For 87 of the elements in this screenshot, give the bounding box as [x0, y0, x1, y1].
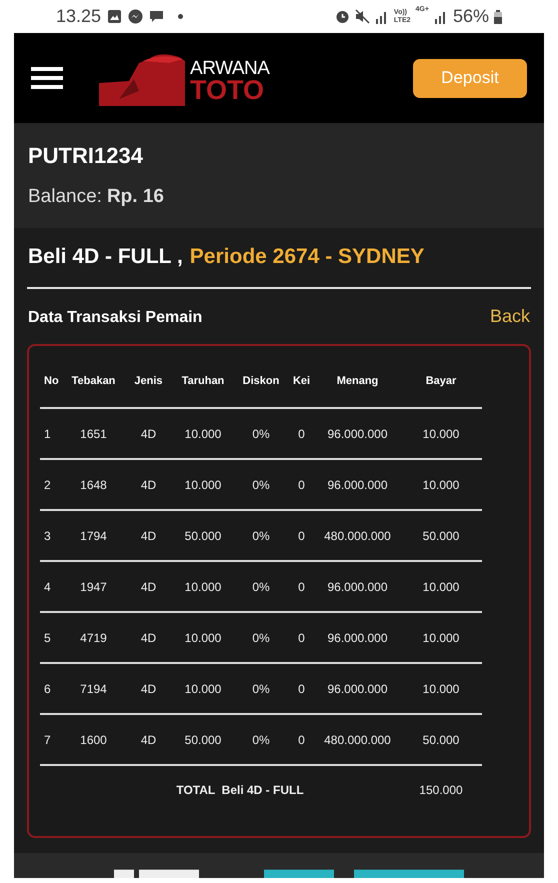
table-cell: 10.000	[422, 478, 460, 492]
table-cell: 7194	[80, 682, 107, 696]
table-cell: 4D	[140, 478, 156, 492]
table-cell: 1600	[80, 732, 107, 746]
table-cell: 1	[44, 426, 51, 440]
logo-text: ARWANA	[190, 58, 270, 78]
table-cell: 5	[44, 630, 51, 644]
table-cell: 0	[298, 732, 305, 746]
table-cell: 0%	[252, 478, 270, 492]
table-cell: 96.000.000	[327, 580, 388, 594]
table-cell: 4D	[140, 426, 156, 440]
table-cell: 10.000	[184, 630, 222, 644]
table-cell: 0	[298, 580, 305, 594]
table-cell: 1648	[80, 478, 107, 492]
column-header: Menang	[336, 375, 378, 387]
back-link[interactable]: Back	[490, 303, 530, 330]
table-cell: 480.000.000	[324, 528, 391, 542]
table-cell: 96.000.000	[327, 682, 388, 696]
table-cell: 7	[44, 732, 51, 746]
column-header: No	[44, 375, 59, 387]
table-cell: 2	[44, 478, 51, 492]
table-cell: 4D	[140, 630, 156, 644]
section-title: Data Transaksi Pemain	[28, 308, 202, 328]
table-cell: 10.000	[184, 580, 222, 594]
table-cell: 50.000	[184, 528, 222, 542]
table-cell: 10.000	[184, 426, 222, 440]
chat-icon	[149, 9, 164, 24]
table-cell: 0%	[252, 732, 270, 746]
table-cell: 0%	[252, 580, 270, 594]
column-header: Jenis	[134, 375, 163, 387]
table-cell: 3	[44, 528, 51, 542]
table-cell: 0	[298, 426, 305, 440]
table-cell: 4D	[140, 682, 156, 696]
column-header: Tebakan	[72, 375, 116, 387]
image-icon	[107, 9, 122, 24]
table-cell: 0%	[252, 528, 270, 542]
table-cell: 50.000	[422, 732, 460, 746]
alarm-icon	[334, 9, 350, 24]
table-cell: 96.000.000	[327, 630, 388, 644]
table-cell: 0%	[252, 426, 270, 440]
table-cell: 4719	[80, 630, 107, 644]
table-cell: 480.000.000	[324, 732, 391, 746]
table-cell: 10.000	[422, 580, 460, 594]
table-cell: 96.000.000	[327, 478, 388, 492]
menu-icon[interactable]	[31, 67, 63, 89]
table-cell: 0%	[252, 630, 270, 644]
column-header: Diskon	[242, 375, 280, 387]
table-cell: 1651	[80, 426, 107, 440]
table-cell: 96.000.000	[327, 426, 388, 440]
table-cell: 0%	[252, 682, 270, 696]
table-cell: 6	[44, 682, 51, 696]
table-cell: 4	[44, 580, 51, 594]
table-cell: 10.000	[422, 682, 460, 696]
table-cell: 50.000	[422, 528, 460, 542]
battery-percent: 56%	[452, 5, 489, 28]
table-cell: 1947	[80, 580, 107, 594]
table-cell: 1794	[80, 528, 107, 542]
dot-icon	[178, 14, 184, 19]
table-cell: 50.000	[184, 732, 222, 746]
table-cell: 10.000	[422, 630, 460, 644]
table-cell: 0	[298, 630, 305, 644]
table-cell: 10.000	[422, 426, 460, 440]
mute-icon	[354, 9, 370, 24]
period-title: Periode 2674 - SYDNEY	[190, 244, 424, 270]
messenger-icon	[128, 9, 144, 24]
logo-text: TOTO	[190, 78, 266, 102]
page-title: Beli 4D - FULL ,	[28, 244, 183, 270]
balance-value: Rp. 16	[106, 185, 164, 209]
column-header: Taruhan	[182, 375, 224, 387]
column-header: Kei	[292, 375, 310, 387]
username: PUTRI1234	[28, 143, 144, 169]
status-time: 13.25	[56, 5, 102, 28]
table-cell: 10.000	[184, 682, 222, 696]
column-header: Bayar	[426, 375, 456, 387]
balance-label: Balance:	[28, 185, 102, 209]
table-cell: 4D	[140, 528, 156, 542]
signal-icon	[374, 10, 389, 24]
signal-icon	[434, 10, 448, 24]
table-cell: 4D	[140, 732, 156, 746]
table-cell: 10.000	[184, 478, 222, 492]
table-cell: 0	[298, 478, 305, 492]
battery-icon	[494, 10, 502, 24]
table-cell: 4D	[140, 580, 156, 594]
total-label: TOTAL Beli 4D - FULL	[176, 782, 304, 796]
table-cell: 0	[298, 528, 305, 542]
total-value: 150.000	[419, 782, 463, 796]
table-cell: 0	[298, 682, 305, 696]
